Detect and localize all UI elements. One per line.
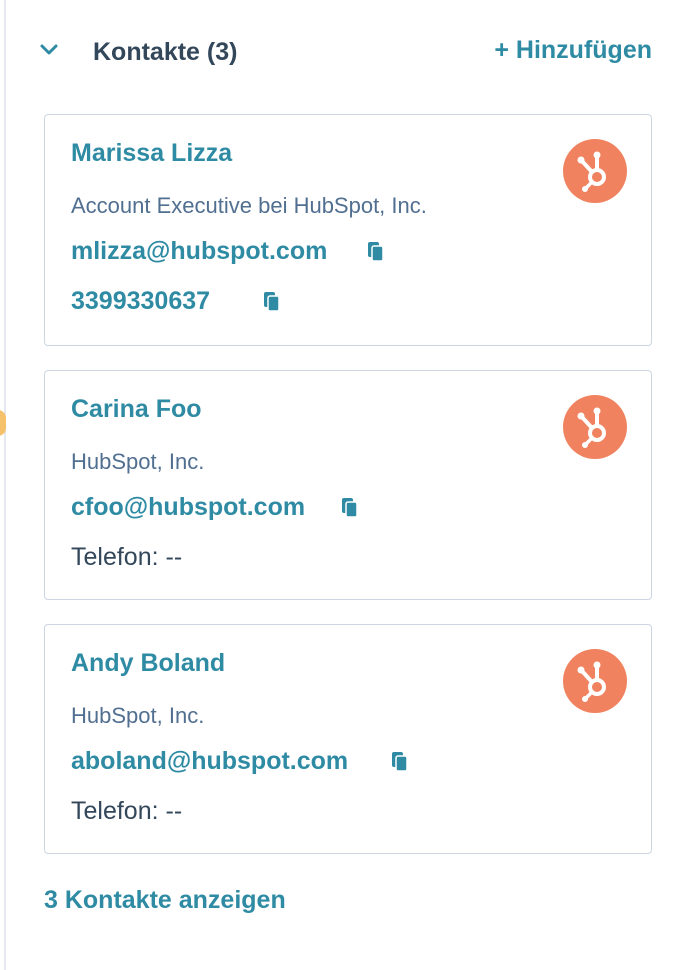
copy-icon[interactable] [263, 291, 281, 313]
contact-phone-empty: Telefon: -- [71, 797, 183, 825]
chevron-down-icon[interactable] [36, 37, 62, 63]
contact-name-link[interactable]: Andy Boland [71, 649, 225, 678]
left-divider [4, 0, 6, 970]
hubspot-sprocket-icon [563, 649, 627, 713]
view-all-contacts-link[interactable]: 3 Kontakte anzeigen [44, 886, 286, 915]
contact-card: Carina Foo HubSpot, Inc. cfoo@hubspot.co… [44, 370, 652, 600]
contact-email-link[interactable]: mlizza@hubspot.com [71, 237, 327, 266]
contact-phone-empty: Telefon: -- [71, 543, 183, 571]
section-title: Kontakte (3) [93, 38, 238, 66]
contact-name-link[interactable]: Marissa Lizza [71, 139, 232, 168]
hubspot-sprocket-icon [563, 139, 627, 203]
contact-phone-link[interactable]: 3399330637 [71, 287, 210, 316]
copy-icon[interactable] [367, 241, 385, 263]
contact-subtitle: HubSpot, Inc. [71, 449, 205, 474]
contact-subtitle: HubSpot, Inc. [71, 703, 205, 728]
contacts-section-header: Kontakte (3) + Hinzufügen [0, 30, 692, 74]
contact-subtitle: Account Executive bei HubSpot, Inc. [71, 193, 427, 218]
copy-icon[interactable] [341, 497, 359, 519]
hubspot-sprocket-icon [563, 395, 627, 459]
contact-card: Marissa Lizza Account Executive bei HubS… [44, 114, 652, 346]
contact-email-link[interactable]: aboland@hubspot.com [71, 747, 348, 776]
contact-card: Andy Boland HubSpot, Inc. aboland@hubspo… [44, 624, 652, 854]
add-contact-button[interactable]: + Hinzufügen [494, 36, 652, 65]
copy-icon[interactable] [391, 751, 409, 773]
contact-email-link[interactable]: cfoo@hubspot.com [71, 493, 305, 522]
contact-name-link[interactable]: Carina Foo [71, 395, 202, 424]
